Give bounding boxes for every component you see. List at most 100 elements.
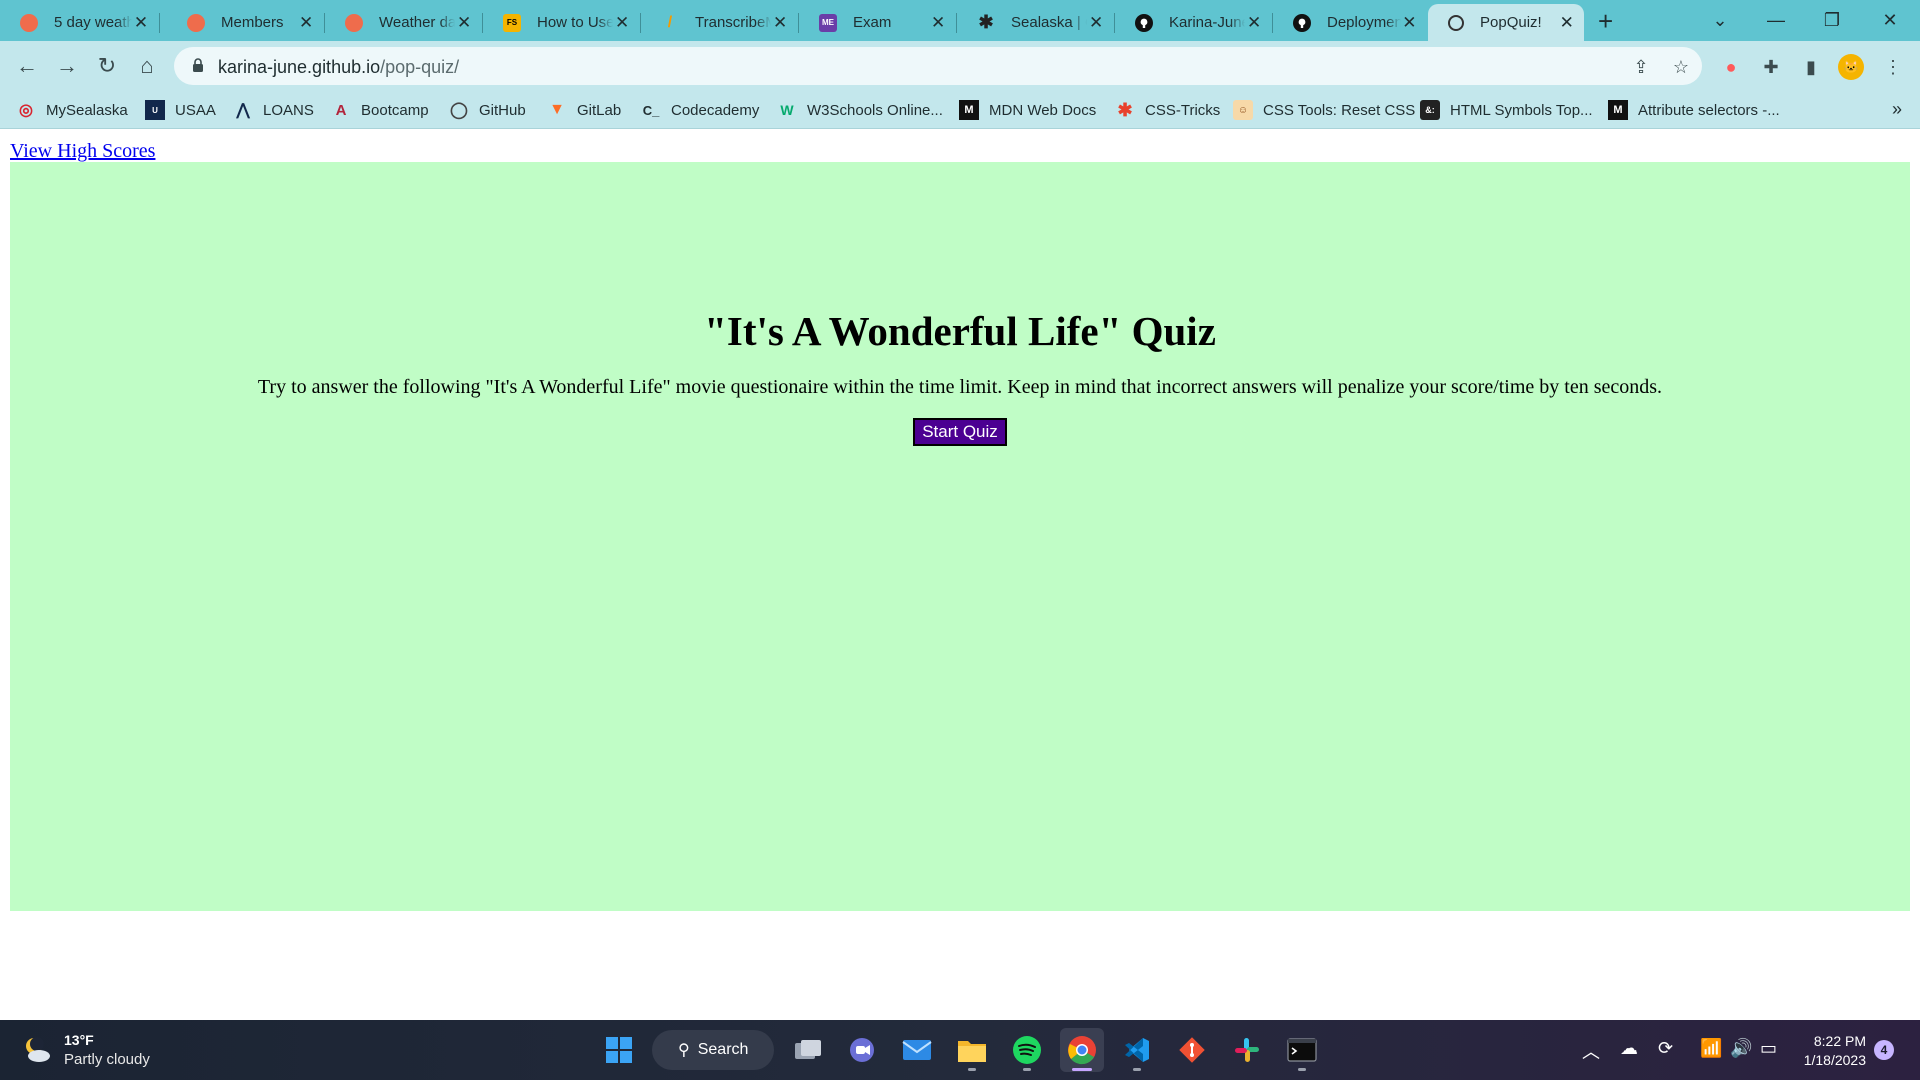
bookmark-mdn[interactable]: M MDN Web Docs — [959, 91, 1096, 129]
forward-arrow-icon[interactable]: → — [51, 50, 83, 82]
weather-condition: Partly cloudy — [64, 1051, 150, 1068]
bookmark-star-icon[interactable]: ☆ — [1670, 56, 1692, 78]
file-explorer-icon[interactable] — [950, 1028, 994, 1072]
bookmark-css-tools[interactable]: ☺ CSS Tools: Reset CSS — [1233, 91, 1415, 129]
url-domain: karina-june.github.io — [218, 57, 381, 77]
tab-transcribe[interactable]: / TranscribeM ✕ — [641, 4, 799, 41]
wifi-icon[interactable]: 📶 — [1700, 1038, 1722, 1059]
bookmark-label: Codecademy — [671, 101, 760, 119]
back-arrow-icon[interactable]: ← — [11, 50, 43, 82]
bookmark-w3schools[interactable]: W W3Schools Online... — [777, 91, 943, 129]
sync-icon[interactable]: ⟳ — [1658, 1038, 1673, 1059]
home-icon[interactable]: ⌂ — [131, 50, 163, 82]
bookmark-attribute-selectors[interactable]: M Attribute selectors -... — [1608, 91, 1780, 129]
close-icon[interactable]: ✕ — [132, 13, 150, 33]
new-tab-plus-icon[interactable]: + — [1598, 7, 1613, 35]
bookmark-label: HTML Symbols Top... — [1450, 101, 1593, 119]
volume-icon[interactable]: 🔊 — [1730, 1038, 1752, 1059]
bookmark-codecademy[interactable]: C_ Codecademy — [641, 91, 760, 129]
close-icon[interactable]: ✕ — [455, 13, 473, 33]
teams-chat-icon[interactable] — [840, 1028, 884, 1072]
weather-widget[interactable]: 13°F Partly cloudy — [22, 1030, 150, 1070]
bookmark-label: W3Schools Online... — [807, 101, 943, 119]
spotify-icon[interactable] — [1005, 1028, 1049, 1072]
tab-karina-june[interactable]: Karina-June ✕ — [1115, 4, 1273, 41]
exam-icon: ME — [819, 13, 837, 32]
notification-badge[interactable]: 4 — [1874, 1040, 1894, 1060]
address-bar[interactable]: karina-june.github.io/pop-quiz/ ⇪ ☆ — [174, 47, 1702, 85]
side-panel-icon[interactable]: ▮ — [1798, 54, 1824, 80]
window-close-icon[interactable]: ✕ — [1862, 0, 1918, 41]
tab-title: Sealaska | C — [1011, 14, 1087, 31]
mail-icon[interactable] — [895, 1028, 939, 1072]
git-icon[interactable] — [1170, 1028, 1214, 1072]
bookmark-label: CSS-Tricks — [1145, 101, 1221, 119]
mdn-icon: M — [959, 100, 979, 120]
system-clock[interactable]: 8:22 PM 1/18/2023 — [1792, 1032, 1866, 1070]
tab-members[interactable]: Members ✕ — [167, 4, 325, 41]
browser-toolbar: ← → ↻ ⌂ karina-june.github.io/pop-quiz/ … — [0, 41, 1920, 91]
close-icon[interactable]: ✕ — [613, 13, 631, 33]
tab-weather-data[interactable]: Weather da ✕ — [325, 4, 483, 41]
partly-cloudy-moon-icon — [22, 1035, 52, 1065]
more-bookmarks-chevron-icon[interactable]: » — [1892, 99, 1902, 120]
extension-record-icon[interactable]: ● — [1718, 54, 1744, 80]
chrome-icon[interactable] — [1060, 1028, 1104, 1072]
taskbar-search[interactable]: ⚲ Search — [652, 1030, 774, 1070]
tab-deployment[interactable]: Deploymen ✕ — [1273, 4, 1428, 41]
bookmark-label: Attribute selectors -... — [1638, 101, 1780, 119]
reload-icon[interactable]: ↻ — [91, 50, 123, 82]
windows-start-icon[interactable] — [597, 1028, 641, 1072]
running-indicator — [1298, 1068, 1306, 1071]
tab-search-chevron-icon[interactable]: ⌄ — [1692, 0, 1748, 41]
task-view-icon[interactable] — [786, 1028, 830, 1072]
terminal-icon[interactable] — [1280, 1028, 1324, 1072]
close-icon[interactable]: ✕ — [1560, 13, 1574, 33]
bookmark-html-symbols[interactable]: &: HTML Symbols Top... — [1420, 91, 1593, 129]
start-quiz-button[interactable]: Start Quiz — [913, 418, 1007, 446]
close-icon[interactable]: ✕ — [771, 13, 789, 33]
bookmark-loans[interactable]: ⋀ LOANS — [233, 91, 313, 129]
close-icon[interactable]: ✕ — [1401, 13, 1418, 33]
lock-icon[interactable] — [192, 58, 204, 72]
close-icon[interactable]: ✕ — [297, 13, 315, 33]
tab-popquiz[interactable]: PopQuiz! ✕ — [1428, 4, 1584, 41]
share-icon[interactable]: ⇪ — [1630, 56, 1652, 78]
tab-title: PopQuiz! — [1480, 14, 1542, 31]
bookmark-css-tricks[interactable]: ✱ CSS-Tricks — [1115, 91, 1220, 129]
tab-exam[interactable]: ME Exam ✕ — [799, 4, 957, 41]
slack-icon[interactable] — [1225, 1028, 1269, 1072]
close-icon[interactable]: ✕ — [1245, 13, 1263, 33]
bookmark-github[interactable]: ◯ GitHub — [449, 91, 526, 129]
restore-icon[interactable]: ❐ — [1804, 0, 1860, 41]
bookmark-mysealaska[interactable]: ◎ MySealaska — [16, 91, 128, 129]
bookmark-gitlab[interactable]: ▼ GitLab — [547, 91, 621, 129]
github-icon — [1135, 13, 1153, 32]
bookmark-bootcamp[interactable]: A Bootcamp — [331, 91, 429, 129]
tab-5-day-weather[interactable]: 5 day weath ✕ — [0, 4, 160, 41]
tab-sealaska[interactable]: ✱ Sealaska | C ✕ — [957, 4, 1115, 41]
bookmark-usaa[interactable]: U USAA — [145, 91, 216, 129]
close-icon[interactable]: ✕ — [1087, 13, 1105, 33]
bookmark-label: CSS Tools: Reset CSS — [1263, 101, 1416, 119]
menu-kebab-icon[interactable]: ⋮ — [1880, 54, 1906, 80]
search-icon: ⚲ — [678, 1042, 690, 1059]
codecademy-icon: C_ — [642, 102, 660, 118]
profile-avatar-icon[interactable]: 🐱 — [1838, 54, 1864, 80]
close-icon[interactable]: ✕ — [929, 13, 947, 33]
gitlab-icon: ▼ — [549, 101, 565, 118]
minimize-icon[interactable]: — — [1748, 0, 1804, 41]
transcribe-icon: / — [667, 13, 673, 31]
show-hidden-icons-chevron-icon[interactable]: ︿ — [1582, 1038, 1600, 1064]
tab-title: How to Use — [537, 14, 614, 31]
tab-how-to-use[interactable]: FS How to Use ✕ — [483, 4, 641, 41]
tab-title: Members — [221, 14, 284, 31]
windows-taskbar: 13°F Partly cloudy ⚲ Search ︿ ☁ ⟳ 📶 🔊 ▭ … — [0, 1020, 1920, 1080]
clock-time: 8:22 PM — [1813, 1033, 1866, 1049]
onedrive-cloud-icon[interactable]: ☁ — [1620, 1038, 1638, 1059]
quiz-container: "It's A Wonderful Life" Quiz Try to answ… — [10, 162, 1910, 911]
vscode-icon[interactable] — [1115, 1028, 1159, 1072]
extensions-puzzle-icon[interactable]: ✚ — [1758, 54, 1784, 80]
view-high-scores-link[interactable]: View High Scores — [10, 140, 155, 163]
battery-icon[interactable]: ▭ — [1760, 1038, 1777, 1059]
